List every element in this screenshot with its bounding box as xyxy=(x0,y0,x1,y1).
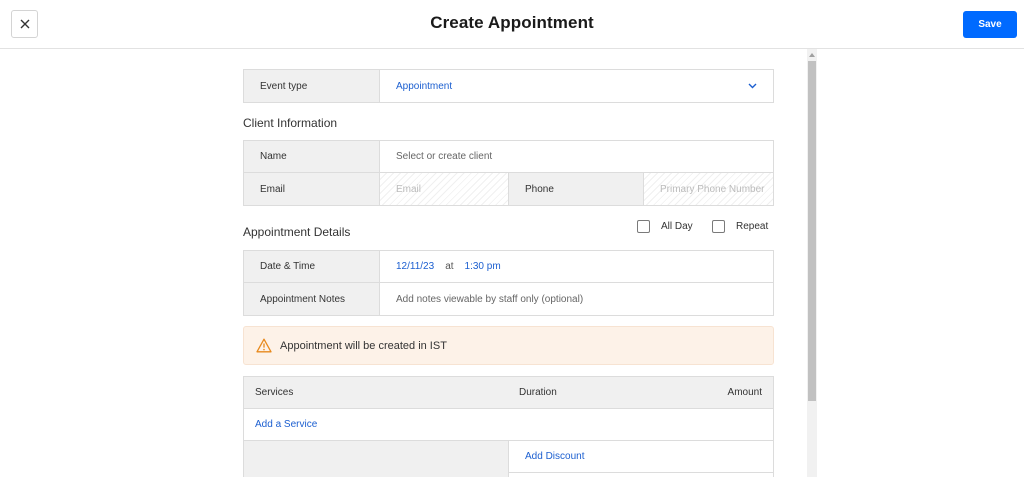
client-info-title: Client Information xyxy=(243,116,338,130)
event-type-box: Event type Appointment xyxy=(243,69,774,103)
event-type-select[interactable]: Appointment xyxy=(380,70,773,102)
event-type-value: Appointment xyxy=(396,80,453,92)
services-footer-left xyxy=(244,441,509,477)
client-name-field[interactable]: Select or create client xyxy=(380,141,773,172)
services-footer-right: Add Discount xyxy=(509,441,773,477)
event-type-row: Event type Appointment xyxy=(244,70,773,102)
repeat-checkbox[interactable] xyxy=(712,220,725,233)
datetime-value: 12/11/23 at 1:30 pm xyxy=(380,251,773,282)
col-services: Services xyxy=(255,387,294,398)
services-table: Services Duration Amount Add a Service A… xyxy=(243,376,774,477)
date-picker[interactable]: 12/11/23 xyxy=(396,261,434,272)
add-discount-row: Add Discount xyxy=(509,441,773,473)
client-name-row: Name Select or create client xyxy=(244,141,773,173)
datetime-row: Date & Time 12/11/23 at 1:30 pm xyxy=(244,251,773,283)
scroll-thumb[interactable] xyxy=(808,61,816,401)
scroll-up-icon[interactable] xyxy=(807,51,817,59)
header: Create Appointment Save xyxy=(0,0,1024,49)
repeat-label: Repeat xyxy=(736,221,769,232)
col-amount: Amount xyxy=(727,387,762,398)
appointment-details-title: Appointment Details xyxy=(243,225,351,239)
phone-field[interactable]: Primary Phone Number xyxy=(644,173,773,205)
repeat-toggle[interactable]: Repeat xyxy=(712,220,768,233)
page-title: Create Appointment xyxy=(430,13,594,32)
add-service-link[interactable]: Add a Service xyxy=(255,419,317,430)
all-day-checkbox[interactable] xyxy=(637,220,650,233)
col-duration: Duration xyxy=(519,387,557,398)
notes-row: Appointment Notes Add notes viewable by … xyxy=(244,283,773,315)
alert-text: Appointment will be created in IST xyxy=(280,339,447,352)
notes-field[interactable]: Add notes viewable by staff only (option… xyxy=(380,283,773,315)
datetime-label: Date & Time xyxy=(244,251,380,282)
at-text: at xyxy=(445,261,454,272)
name-label: Name xyxy=(244,141,380,172)
warning-icon xyxy=(256,338,272,353)
time-picker[interactable]: 1:30 pm xyxy=(465,261,501,272)
timezone-alert: Appointment will be created in IST xyxy=(243,326,774,365)
save-button[interactable]: Save xyxy=(963,11,1017,38)
services-header: Services Duration Amount xyxy=(244,377,773,409)
all-day-toggle[interactable]: All Day xyxy=(637,220,693,233)
event-type-label: Event type xyxy=(244,70,380,102)
add-discount-link[interactable]: Add Discount xyxy=(525,451,584,462)
chevron-down-icon xyxy=(748,83,757,89)
email-label: Email xyxy=(244,173,380,205)
scrollbar[interactable] xyxy=(807,49,817,477)
appointment-details-box: Date & Time 12/11/23 at 1:30 pm Appointm… xyxy=(243,250,774,316)
services-footer: Add Discount xyxy=(244,441,773,477)
client-contact-row: Email Email Phone Primary Phone Number xyxy=(244,173,773,205)
email-field[interactable]: Email xyxy=(380,173,509,205)
notes-label: Appointment Notes xyxy=(244,283,380,315)
all-day-label: All Day xyxy=(661,221,693,232)
client-info-box: Name Select or create client Email Email… xyxy=(243,140,774,206)
phone-label: Phone xyxy=(509,173,644,205)
add-service-row: Add a Service xyxy=(244,409,773,441)
